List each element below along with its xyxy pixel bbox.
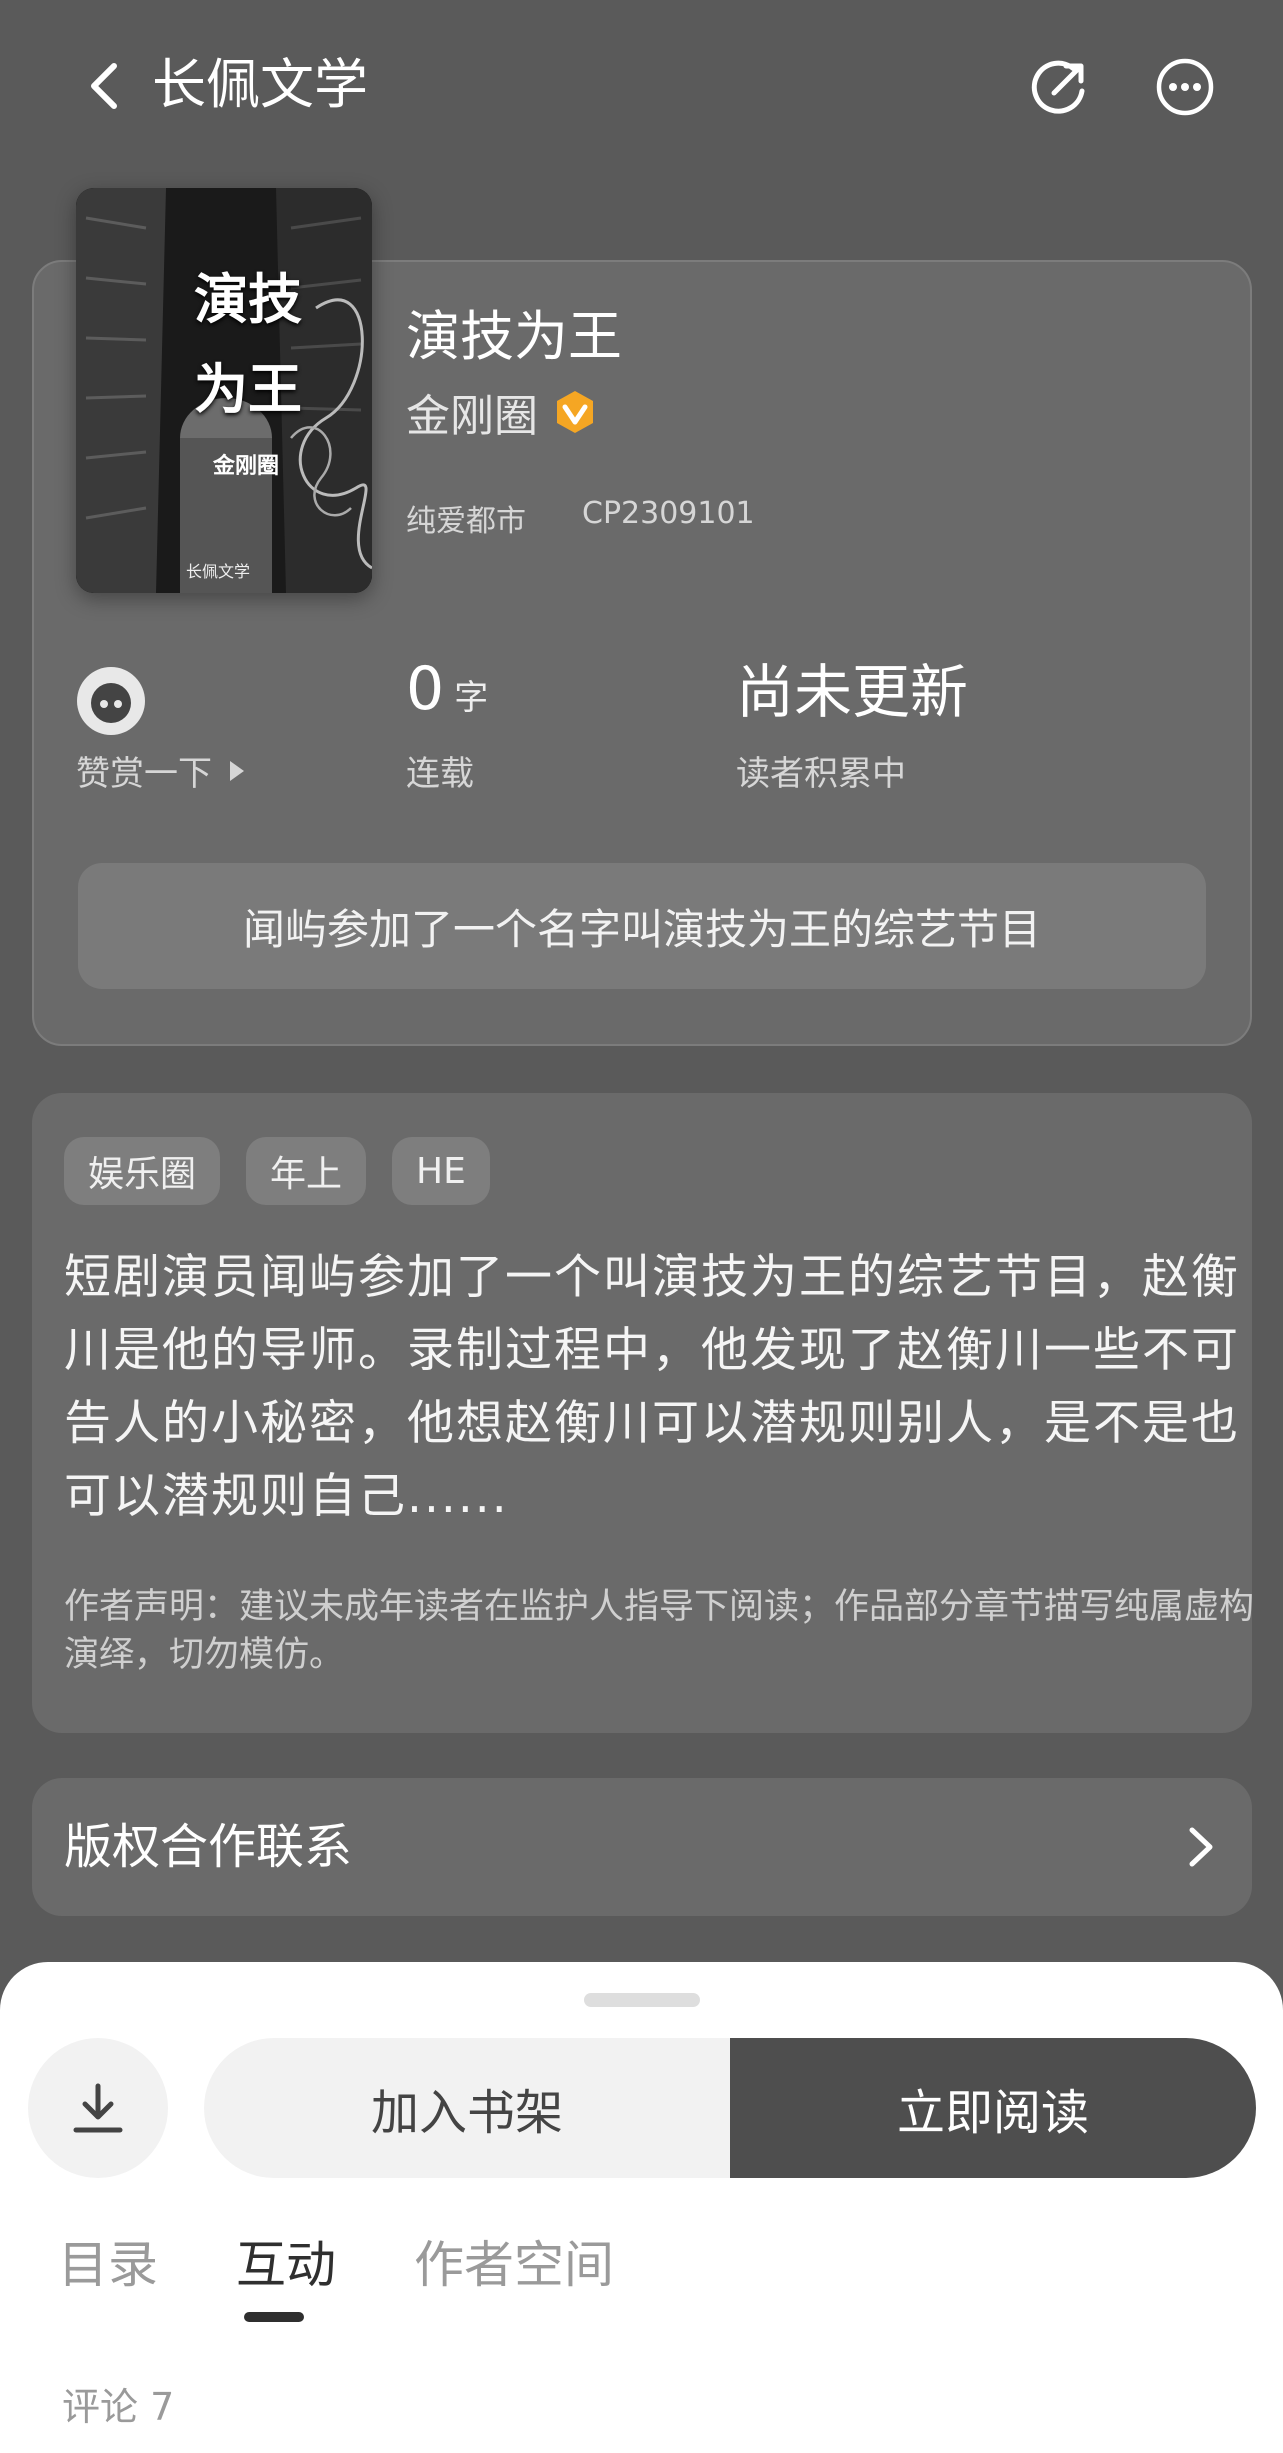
bottom-sheet: 加入书架 立即阅读 目录 互动 作者空间 评论 7 [0,1962,1283,2453]
add-to-shelf-button[interactable]: 加入书架 [204,2038,730,2178]
share-button[interactable] [1030,57,1090,117]
verified-badge-icon [557,391,593,433]
cover-title-line-1: 演技 [194,268,302,331]
tab-author-space[interactable]: 作者空间 [414,2230,614,2300]
reward-label-row[interactable]: 赞赏一下 [76,746,244,795]
serial-status: 连载 [406,754,474,794]
download-icon [73,2083,123,2133]
book-id: CP2309101 [582,496,755,531]
more-button[interactable] [1155,57,1215,117]
tag-item[interactable]: 年上 [246,1137,367,1205]
download-button[interactable] [28,2038,168,2178]
synopsis-card: 娱乐圈 年上 HE 短剧演员闻屿参加了一个叫演技为王的综艺节目，赵衡川是他的导师… [32,1093,1254,1733]
tab-active-indicator [244,2312,304,2322]
author-disclaimer: 作者声明：建议未成年读者在监护人指导下阅读；作品部分章节描写纯属虚构演绎，切勿模… [64,1587,1255,1675]
word-count-value: 0 [406,654,445,724]
update-status: 尚未更新 [736,658,969,726]
reward-icon [77,667,145,735]
back-button[interactable] [78,56,134,116]
cover-title-line-2: 为王 [194,358,302,421]
play-triangle-icon [230,760,244,781]
top-bar: 长佩文学 [0,0,1283,170]
book-meta-row: 纯爱都市 CP2309101 [406,496,755,540]
tab-contents[interactable]: 目录 [58,2230,158,2300]
book-title: 演技为王 [406,305,622,368]
word-count-unit: 字 [454,678,489,718]
book-cover[interactable]: 演技 为王 金刚圈 长佩文学 [76,188,372,593]
chevron-left-icon [91,63,117,109]
tab-interaction[interactable]: 互动 [236,2230,336,2300]
reader-status: 读者积累中 [736,754,906,794]
app-title: 长佩文学 [152,53,368,116]
cover-brand: 长佩文学 [186,562,251,581]
reward-label: 赞赏一下 [76,754,212,794]
tag-item[interactable]: 娱乐圈 [64,1137,221,1205]
synopsis-text: 短剧演员闻屿参加了一个叫演技为王的综艺节目，赵衡川是他的导师。录制过程中，他发现… [64,1250,1240,1524]
book-category[interactable]: 纯爱都市 [406,496,526,540]
read-now-button[interactable]: 立即阅读 [730,2038,1256,2178]
tag-item[interactable]: HE [392,1137,490,1205]
cover-author: 金刚圈 [212,454,279,479]
chevron-right-icon [1189,1827,1213,1867]
reward-button[interactable] [76,666,146,736]
action-bar: 加入书架 立即阅读 [204,2038,1256,2178]
more-dots-icon [1156,58,1214,116]
copyright-label: 版权合作联系 [64,1819,353,1875]
author-name[interactable]: 金刚圈 [406,380,538,444]
copyright-contact-row[interactable]: 版权合作联系 [32,1778,1252,1916]
tag-list: 娱乐圈 年上 HE [64,1137,490,1205]
share-icon [1031,60,1085,114]
author-row[interactable]: 金刚圈 [406,382,598,442]
word-count: 0 字 [406,654,488,724]
comment-count: 评论 7 [62,2385,175,2429]
sheet-drag-handle[interactable] [584,1993,700,2007]
book-tagline: 闻屿参加了一个名字叫演技为王的综艺节目 [78,863,1206,989]
